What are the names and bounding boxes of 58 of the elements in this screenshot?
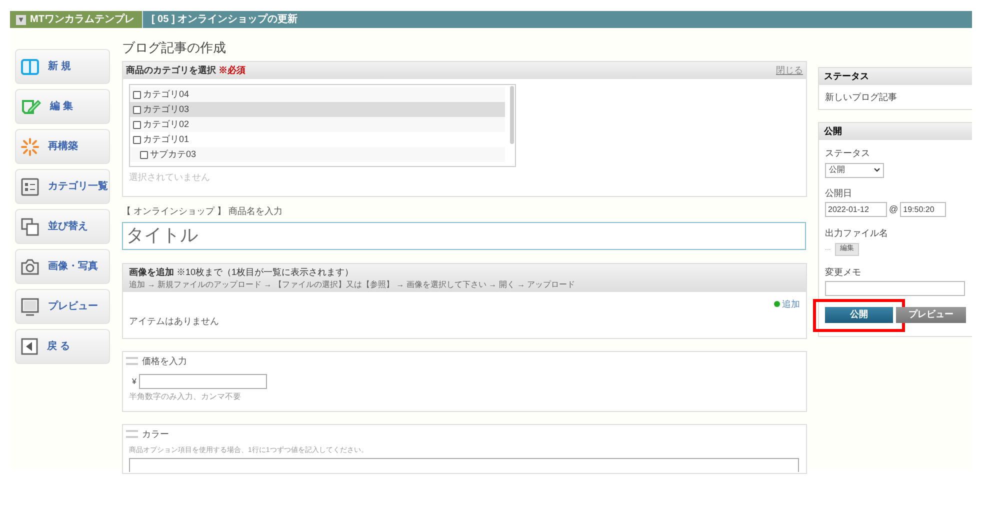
preview-button[interactable]: プレビュー [896, 307, 966, 323]
memo-input[interactable] [825, 281, 965, 296]
time-input[interactable]: 19:50:20 [900, 202, 946, 217]
sidebar-item[interactable]: 編 集 [15, 89, 110, 124]
field-label: 変更メモ [825, 266, 862, 278]
status-value: 新しいブログ記事 [824, 91, 898, 104]
list-icon [21, 178, 39, 196]
pencil-icon [21, 98, 41, 114]
panel-icon [21, 58, 39, 74]
sidebar-item[interactable]: 画像・写真 [15, 249, 110, 284]
chevron-down-icon [874, 168, 880, 172]
category-item[interactable]: サブカテ03 [130, 147, 505, 162]
breadcrumb-site[interactable]: ▾ MTワンカラムテンプレ [10, 11, 142, 28]
empty-message: アイテムはありません [129, 315, 220, 328]
panel-title: カラー [142, 428, 169, 440]
spinner-icon [21, 138, 39, 156]
upload-instructions: 追加 → 新規ファイルのアップロード → 【ファイルの選択】又は【参照】 → 画像を選択して下さい → 開く → アップロード [129, 279, 576, 291]
site-name: MTワンカラムテンプレ [30, 12, 134, 27]
at-sign: @ [889, 202, 898, 216]
drag-handle-icon [126, 357, 138, 366]
field-label: ステータス [825, 147, 871, 160]
field-label: 出力ファイル名 [825, 227, 889, 240]
empty-note: 選択されていません [129, 171, 211, 184]
add-link[interactable]: 追加 [774, 298, 800, 311]
panel-title: ステータス [819, 68, 972, 85]
back-icon [21, 338, 38, 355]
sidebar-item[interactable]: 戻 る [15, 329, 110, 364]
copy-icon [21, 218, 39, 236]
color-textarea[interactable] [129, 458, 799, 472]
category-item[interactable]: カテゴリ03 [130, 102, 505, 117]
status-select[interactable]: 公開 [825, 162, 884, 178]
page-title: ブログ記事の作成 [122, 40, 227, 56]
panel-title: 画像を追加 ※10枚まで（1枚目が一覧に表示されます） [129, 266, 355, 279]
title-input[interactable]: タイトル [122, 222, 806, 250]
category-item[interactable]: カテゴリ04 [130, 87, 505, 102]
camera-icon [21, 258, 39, 274]
category-item[interactable]: カテゴリ02 [130, 117, 505, 132]
sidebar-item[interactable]: 再構築 [15, 129, 110, 164]
currency-symbol: ¥ [132, 376, 136, 388]
date-input[interactable]: 2022-01-12 [825, 202, 887, 217]
publish-button[interactable]: 公開 [825, 307, 893, 323]
sidebar-item[interactable]: カテゴリ一覧 [15, 169, 110, 204]
price-input[interactable] [139, 374, 268, 389]
sidebar-item[interactable]: 新 規 [15, 49, 110, 84]
monitor-icon [21, 298, 39, 316]
page-name: [ 05 ] オンラインショップの更新 [151, 12, 298, 27]
sidebar-item[interactable]: プレビュー [15, 289, 110, 324]
field-label: 公開日 [825, 186, 853, 200]
panel-title: 公開 [819, 123, 972, 140]
scrollbar-thumb[interactable] [510, 86, 514, 144]
panel-title: 商品のカテゴリを選択 ※必須 [126, 64, 246, 77]
menu-icon[interactable]: ▾ [16, 14, 26, 24]
field-label: 【 オンラインショップ 】 商品名を入力 [122, 205, 284, 218]
panel-title: 価格を入力 [142, 354, 187, 368]
field-hint: 半角数字のみ入力、カンマ不要 [129, 391, 242, 403]
close-link[interactable]: 閉じる [776, 64, 803, 78]
sidebar-item[interactable]: 並び替え [15, 209, 110, 244]
drag-handle-icon [126, 430, 138, 438]
